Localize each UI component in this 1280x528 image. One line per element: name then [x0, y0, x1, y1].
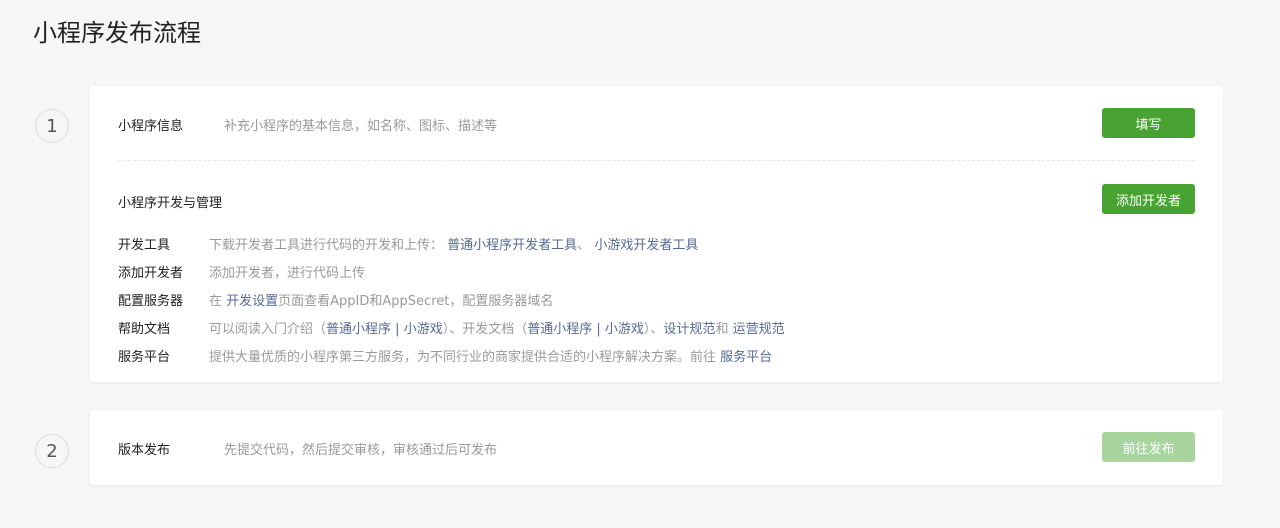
step-number-1: 1 [35, 109, 69, 143]
dev-list: 开发工具 下载开发者工具进行代码的开发和上传： 普通小程序开发者工具、 小游戏开… [118, 229, 785, 369]
intro-mini-program-link[interactable]: 普通小程序 [326, 322, 391, 337]
docs-mini-game-link[interactable]: 小游戏 [605, 322, 644, 337]
divider [118, 160, 1195, 161]
dev-tools-row: 开发工具 下载开发者工具进行代码的开发和上传： 普通小程序开发者工具、 小游戏开… [118, 229, 785, 257]
add-developer-text: 添加开发者，进行代码上传 [209, 265, 366, 281]
mini-game-devtools-link[interactable]: 小游戏开发者工具 [594, 238, 698, 253]
design-guidelines-link[interactable]: 设计规范 [663, 322, 715, 337]
dev-settings-link[interactable]: 开发设置 [226, 294, 278, 309]
add-developer-row: 添加开发者 添加开发者，进行代码上传 [118, 257, 785, 285]
server-config-row: 配置服务器 在 开发设置页面查看AppID和AppSecret，配置服务器域名 [118, 285, 785, 313]
pipe-separator: | [391, 321, 404, 337]
info-description: 补充小程序的基本信息，如名称、图标、描述等 [224, 118, 498, 134]
add-developer-button[interactable]: 添加开发者 [1102, 184, 1195, 214]
dev-docs-text: ）、开发文档（ [442, 321, 528, 337]
mini-program-devtools-link[interactable]: 普通小程序开发者工具 [447, 238, 577, 253]
fill-info-button[interactable]: 填写 [1102, 108, 1195, 138]
docs-separator: ）、 [643, 321, 664, 337]
page-title: 小程序发布流程 [33, 19, 201, 47]
publish-card: 版本发布 先提交代码，然后提交审核，审核通过后可发布 前往发布 [90, 410, 1223, 485]
go-publish-button[interactable]: 前往发布 [1102, 432, 1195, 462]
and-text: 和 [715, 321, 733, 337]
server-config-label: 配置服务器 [118, 293, 184, 309]
service-platform-link[interactable]: 服务平台 [720, 350, 772, 365]
dev-tools-text: 下载开发者工具进行代码的开发和上传： [209, 237, 444, 253]
info-label: 小程序信息 [118, 118, 184, 134]
publish-label: 版本发布 [118, 442, 171, 458]
dev-tools-label: 开发工具 [118, 237, 171, 253]
step-number-2: 2 [35, 434, 69, 468]
service-platform-row: 服务平台 提供大量优质的小程序第三方服务，为不同行业的商家提供合适的小程序解决方… [118, 341, 785, 369]
operation-guidelines-link[interactable]: 运营规范 [733, 322, 785, 337]
service-platform-text: 提供大量优质的小程序第三方服务，为不同行业的商家提供合适的小程序解决方案。前往 [209, 349, 721, 365]
info-row: 小程序信息 补充小程序的基本信息，如名称、图标、描述等 [118, 116, 1195, 134]
publish-description: 先提交代码，然后提交审核，审核通过后可发布 [224, 442, 498, 458]
help-docs-row: 帮助文档 可以阅读入门介绍（普通小程序 | 小游戏）、开发文档（普通小程序 | … [118, 313, 785, 341]
setup-card: 小程序信息 补充小程序的基本信息，如名称、图标、描述等 填写 小程序开发与管理 … [90, 86, 1223, 382]
intro-mini-game-link[interactable]: 小游戏 [404, 322, 443, 337]
pipe-separator: | [592, 321, 605, 337]
docs-mini-program-link[interactable]: 普通小程序 [527, 322, 592, 337]
server-config-prefix: 在 [209, 293, 227, 309]
intro-text: 可以阅读入门介绍（ [209, 321, 327, 337]
publish-row: 版本发布 先提交代码，然后提交审核，审核通过后可发布 [118, 440, 1195, 458]
help-docs-label: 帮助文档 [118, 321, 171, 337]
separator: 、 [577, 237, 591, 253]
dev-section-title: 小程序开发与管理 [118, 196, 223, 211]
add-developer-label: 添加开发者 [118, 265, 184, 281]
server-config-suffix: 页面查看AppID和AppSecret，配置服务器域名 [278, 293, 554, 309]
service-platform-label: 服务平台 [118, 349, 171, 365]
